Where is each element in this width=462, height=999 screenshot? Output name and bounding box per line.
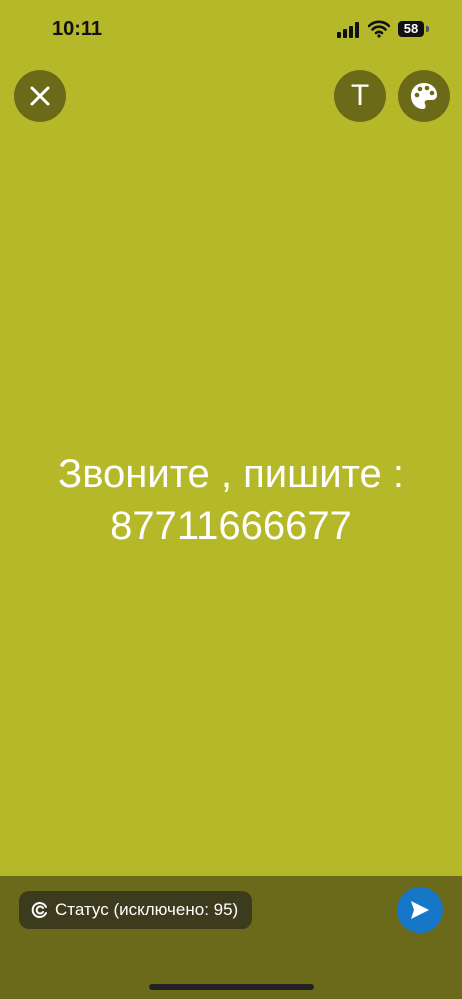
send-icon: [411, 901, 429, 919]
story-text-line: 87711666677: [110, 504, 352, 548]
status-bar: 10:11 58: [0, 0, 462, 60]
close-button[interactable]: [14, 70, 66, 122]
close-icon: [30, 86, 50, 106]
home-indicator: [149, 984, 314, 990]
battery-icon: 58: [398, 21, 424, 37]
battery-cap: [426, 26, 429, 32]
text-tool-label: T: [350, 79, 370, 112]
story-text-line: Звоните , пишите :: [58, 452, 404, 496]
palette-button[interactable]: [398, 70, 450, 122]
text-tool-button[interactable]: T: [334, 70, 386, 122]
status-time: 10:11: [52, 18, 103, 40]
wifi-icon: [368, 20, 390, 38]
send-button[interactable]: [397, 887, 443, 933]
status-label: Статус (исключено: 95): [55, 900, 239, 919]
status-ring-icon: [31, 902, 47, 918]
story-text: Звоните , пишите : 87711666677: [0, 448, 462, 552]
status-privacy-button[interactable]: Статус (исключено: 95): [19, 891, 253, 929]
palette-icon: [411, 83, 437, 109]
signal-icon: [337, 22, 361, 38]
